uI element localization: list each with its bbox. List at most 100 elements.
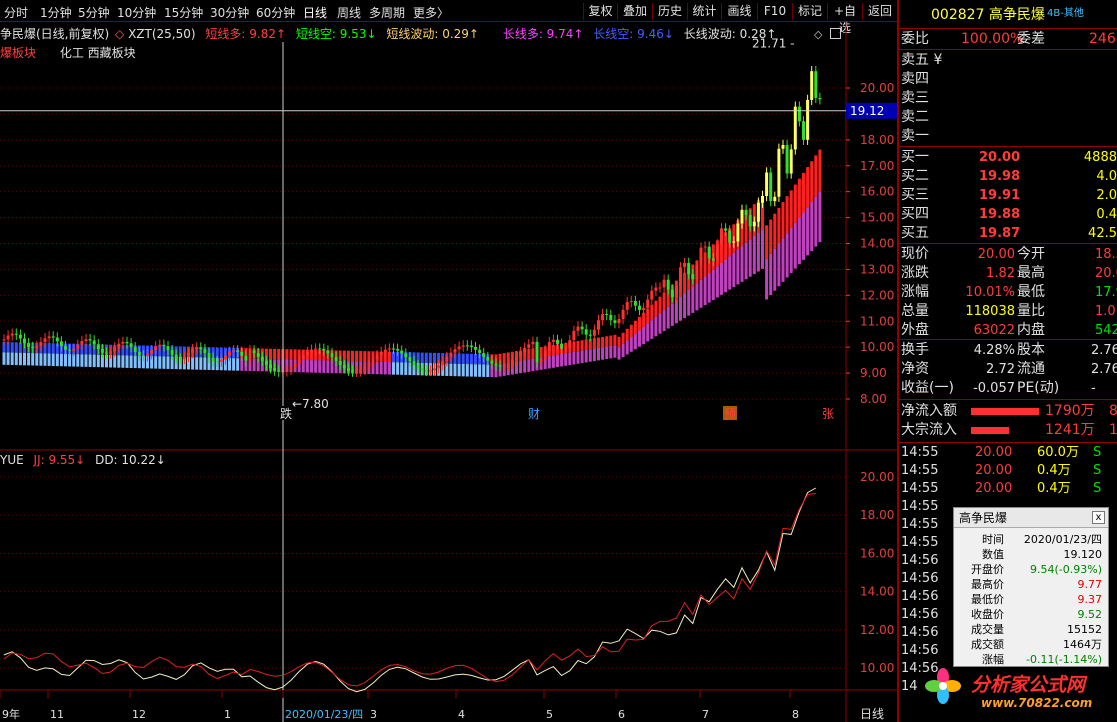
period-tab-8[interactable]: 周线 bbox=[337, 4, 361, 21]
candle-body bbox=[551, 339, 555, 342]
date-label: 2020/01/23/四 bbox=[285, 708, 363, 721]
toolbar-button-2[interactable]: 历史 bbox=[652, 3, 687, 20]
sell-row[interactable]: 卖二 bbox=[899, 108, 1117, 127]
sub-tick-label: 18.00 bbox=[860, 508, 894, 522]
data-popup[interactable]: 高争民爆 x 时间 2020/01/23/四 数值 19.120 开盘价 9.54(-0.… bbox=[953, 507, 1109, 667]
buy-row[interactable]: 买二 19.98 4.0 bbox=[899, 167, 1117, 186]
period-tab-1[interactable]: 1分钟 bbox=[40, 4, 72, 21]
low-price-label: ←7.80 bbox=[292, 397, 329, 411]
tick-time: 14:55 bbox=[901, 499, 939, 514]
toolbar-button-8[interactable]: 返回 bbox=[862, 3, 897, 20]
buy-volume: 42.5 bbox=[1088, 226, 1117, 241]
candle-body bbox=[207, 352, 211, 358]
tick-time: 14:56 bbox=[901, 553, 939, 568]
flow-extra: 1 bbox=[1109, 422, 1117, 438]
candle-body bbox=[502, 365, 506, 367]
sell-row[interactable]: 卖五 ¥ bbox=[899, 51, 1117, 70]
sell-row[interactable]: 卖一 bbox=[899, 127, 1117, 146]
tick-row[interactable]: 14:55 20.00 0.4万 S bbox=[899, 480, 1117, 498]
tick-row[interactable]: 14:55 20.00 0.4万 S bbox=[899, 462, 1117, 480]
candle-body bbox=[43, 338, 47, 343]
stock-title: 争民爆(日线,前复权) bbox=[0, 27, 110, 41]
sell-row[interactable]: 卖三 bbox=[899, 89, 1117, 108]
tick-price: 20.00 bbox=[975, 481, 1013, 496]
toolbar-button-3[interactable]: 统计 bbox=[687, 3, 721, 20]
candle-body bbox=[338, 361, 342, 365]
kline-chart-area[interactable]: 20.00 1 9.00 18.00 17.00 16.00 15.00 14.00 13.00… bbox=[0, 22, 897, 722]
tick-time: 14:55 bbox=[901, 445, 939, 460]
sector-list[interactable]: 化工 西藏板块 bbox=[60, 46, 136, 60]
chart-canvas[interactable]: 20.00 1 9.00 18.00 17.00 16.00 15.00 14.00 13.00… bbox=[0, 22, 897, 722]
flow-label: 大宗流入 bbox=[901, 422, 957, 438]
maximize-icon[interactable] bbox=[830, 28, 841, 39]
close-icon[interactable]: x bbox=[1092, 511, 1105, 524]
date-label: 7 bbox=[702, 708, 709, 721]
toolbar-button-6[interactable]: 标记 bbox=[792, 3, 827, 20]
candle-body bbox=[76, 344, 80, 349]
period-tab-2[interactable]: 5分钟 bbox=[78, 4, 110, 21]
stat-label: PE(动) bbox=[1017, 380, 1060, 396]
sub-indicator-name[interactable]: YUE bbox=[0, 453, 24, 467]
buy-row[interactable]: 买四 19.88 0.4 bbox=[899, 205, 1117, 224]
candle-body bbox=[605, 314, 609, 316]
candle-body bbox=[789, 149, 793, 174]
buy-row[interactable]: 买三 19.91 2.0 bbox=[899, 186, 1117, 205]
candle-body bbox=[285, 369, 289, 372]
tick-row[interactable]: 14:55 20.00 60.0万 S bbox=[899, 444, 1117, 462]
period-tab-3[interactable]: 10分钟 bbox=[117, 4, 156, 21]
date-label: 3 bbox=[370, 708, 377, 721]
tick-side: S bbox=[1093, 445, 1102, 460]
toolbar-button-0[interactable]: 复权 bbox=[583, 3, 617, 20]
stat-value: 63022 bbox=[973, 323, 1015, 338]
sector-tag[interactable]: 爆板块 bbox=[0, 46, 36, 60]
candle-body bbox=[560, 343, 564, 349]
period-tab-6[interactable]: 60分钟 bbox=[256, 4, 295, 21]
period-tab-7[interactable]: 日线 bbox=[303, 4, 327, 21]
ratio-row: 委比 100.00% 委差 2468 bbox=[899, 30, 1117, 49]
stat-label: 最低 bbox=[1017, 284, 1045, 300]
candle-body bbox=[564, 347, 568, 349]
flow-label: 净流入额 bbox=[901, 403, 957, 419]
candle-body bbox=[629, 300, 633, 303]
candle-body bbox=[187, 352, 190, 357]
toolbar-button-5[interactable]: F10 bbox=[757, 3, 792, 20]
toolbar-button-4[interactable]: 画线 bbox=[721, 3, 757, 20]
popup-value: 1464万 bbox=[1063, 638, 1102, 651]
candle-body bbox=[92, 340, 96, 345]
period-tab-0[interactable]: 分时 bbox=[4, 4, 28, 21]
sell-row[interactable]: 卖四 bbox=[899, 70, 1117, 89]
long-empty-value: 长线空: 9.46↓ bbox=[593, 27, 674, 41]
divider bbox=[899, 243, 1117, 244]
period-tab-10[interactable]: 更多〉 bbox=[413, 4, 449, 21]
candle-body bbox=[105, 352, 108, 354]
period-tab-5[interactable]: 30分钟 bbox=[210, 4, 249, 21]
toolbar-button-1[interactable]: 叠加 bbox=[617, 3, 652, 20]
candle-body bbox=[797, 106, 801, 122]
price-tick-label: 8.00 bbox=[860, 392, 887, 406]
indicator-name[interactable]: XZT(25,50) bbox=[128, 27, 196, 41]
stat-label: 今开 bbox=[1017, 246, 1045, 262]
quote-tag[interactable]: 4B-其他 bbox=[1047, 4, 1084, 23]
period-tab-4[interactable]: 15分钟 bbox=[164, 4, 203, 21]
stat-value: 118038 bbox=[965, 304, 1015, 319]
period-tab-9[interactable]: 多周期 bbox=[369, 4, 405, 21]
candle-body bbox=[519, 352, 523, 357]
candle-body bbox=[158, 344, 162, 347]
buy-row[interactable]: 买五 19.87 42.5 bbox=[899, 224, 1117, 243]
candle-body bbox=[752, 221, 756, 227]
candle-body bbox=[363, 366, 367, 370]
candle-body bbox=[601, 314, 605, 321]
candle-body bbox=[617, 319, 621, 324]
sub-tick-label: 16.00 bbox=[860, 546, 894, 560]
popup-title[interactable]: 高争民爆 bbox=[954, 508, 1108, 528]
candle-body bbox=[785, 144, 789, 174]
ratio-value: 100.00% bbox=[961, 31, 1024, 47]
stat-value: 4.28% bbox=[973, 343, 1015, 358]
popup-value: 9.52 bbox=[1077, 608, 1103, 621]
candle-body bbox=[174, 354, 178, 359]
candle-body bbox=[260, 356, 264, 361]
diamond-icon[interactable]: ◇ bbox=[814, 28, 822, 41]
candle-body bbox=[400, 350, 404, 354]
buy-row[interactable]: 买一 20.00 4888 bbox=[899, 148, 1117, 167]
toolbar-button-7[interactable]: +自选 bbox=[827, 3, 862, 35]
